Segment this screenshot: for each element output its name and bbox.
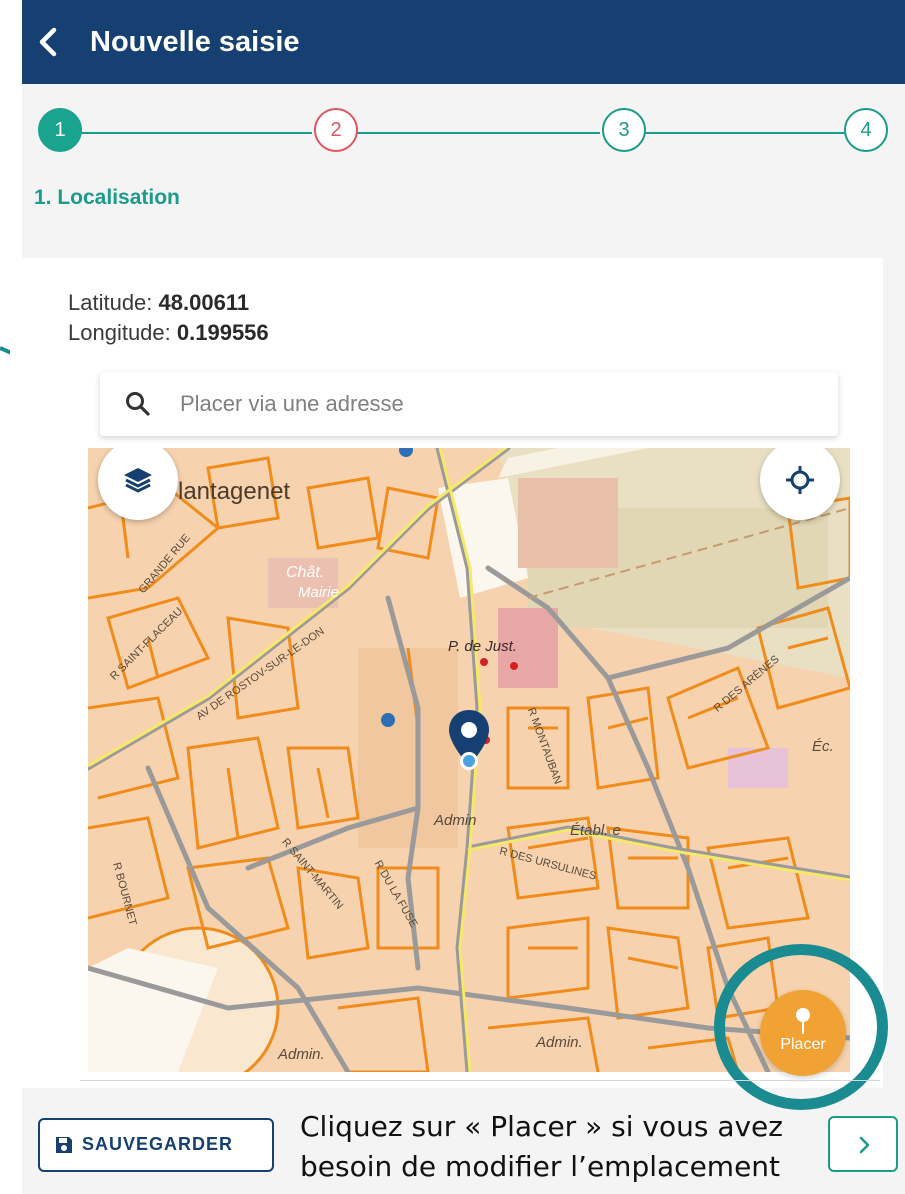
longitude-row: Longitude: 0.199556 (68, 318, 269, 348)
floppy-disk-icon (56, 1137, 72, 1153)
map-label: P. de Just. (448, 638, 517, 655)
step-1[interactable]: 1 (38, 108, 82, 152)
map-label: Mairie (298, 584, 339, 601)
latitude-row: Latitude: 48.00611 (68, 288, 269, 318)
step-4[interactable]: 4 (844, 108, 888, 152)
layers-icon (124, 468, 152, 493)
step-3[interactable]: 3 (602, 108, 646, 152)
chevron-right-icon (859, 1136, 870, 1154)
map-label: Chât. (286, 564, 325, 581)
map-label: lantagenet (178, 478, 291, 505)
highlight-ring (714, 944, 888, 1110)
map-label: Établ. e (570, 822, 621, 839)
section-title: 1. Localisation (34, 186, 180, 209)
next-button[interactable] (828, 1116, 898, 1172)
map-label: Admin. (278, 1046, 325, 1063)
back-button[interactable] (30, 22, 70, 62)
screen: Nouvelle saisie 1 2 3 4 1. Localisation … (0, 0, 905, 1194)
longitude-label: Longitude: (68, 320, 171, 345)
stepper-connector (356, 132, 600, 134)
annotation-caption: Cliquez sur « Placer » si vous avez beso… (300, 1110, 783, 1183)
divider (80, 1080, 880, 1081)
latitude-value: 48.00611 (158, 290, 250, 315)
page-title: Nouvelle saisie (90, 26, 300, 58)
map-label: Admin (434, 812, 477, 829)
stepper-connector (80, 132, 312, 134)
map-label: Admin. (536, 1034, 583, 1051)
coordinates-readout: Latitude: 48.00611 Longitude: 0.199556 (68, 288, 269, 348)
step-2[interactable]: 2 (314, 108, 358, 152)
stepper-connector (644, 132, 866, 134)
chevron-left-icon (39, 27, 57, 57)
address-search-input[interactable] (180, 384, 820, 424)
latitude-label: Latitude: (68, 290, 153, 315)
longitude-value: 0.199556 (176, 320, 269, 345)
search-icon (126, 392, 150, 416)
top-app-bar: Nouvelle saisie (22, 0, 905, 84)
crosshair-icon (786, 466, 814, 494)
stepper: 1 2 3 4 (22, 108, 905, 158)
map-label: Éc. (812, 738, 834, 755)
save-button-label: SAUVEGARDER (82, 1134, 234, 1154)
current-position-dot (460, 752, 478, 770)
save-button[interactable]: SAUVEGARDER (38, 1118, 274, 1172)
address-search-box (100, 372, 838, 436)
